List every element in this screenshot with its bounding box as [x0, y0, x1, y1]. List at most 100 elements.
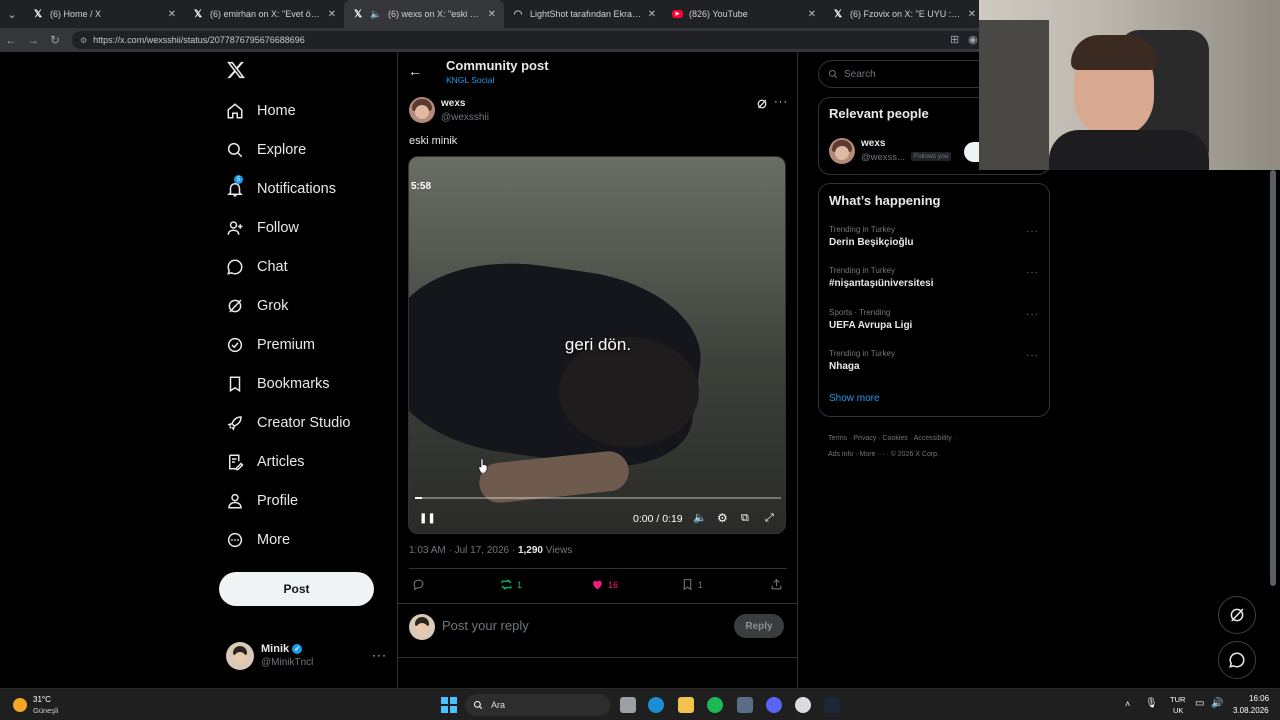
author-avatar[interactable]: [409, 97, 435, 123]
account-more-icon[interactable]: ···: [372, 648, 387, 662]
microphone-icon[interactable]: 🎙: [1145, 698, 1158, 709]
taskbar-search[interactable]: Ara: [465, 694, 610, 716]
discord-icon[interactable]: [766, 697, 782, 713]
trend-more-icon[interactable]: ···: [1026, 350, 1039, 361]
relevant-name[interactable]: wexs: [861, 138, 885, 149]
sidebar-item-follow[interactable]: Follow: [226, 213, 299, 243]
chrome-icon[interactable]: [795, 697, 811, 713]
settings-icon[interactable]: ⚙: [717, 511, 728, 525]
trend-item[interactable]: Trending in Turkey Derin Beşikçioğlu: [829, 225, 913, 248]
trend-item[interactable]: Trending in Turkey Nhaga: [829, 349, 895, 372]
site-info-icon[interactable]: ⚙: [80, 36, 87, 45]
repost-action[interactable]: 1: [500, 578, 522, 591]
reload-icon[interactable]: ↻: [44, 33, 66, 47]
sidebar-item-creator-studio[interactable]: Creator Studio: [226, 408, 351, 438]
back-arrow-icon[interactable]: ←: [408, 63, 422, 79]
sidebar-item-more[interactable]: More: [226, 525, 290, 555]
chat-float-button[interactable]: [1218, 641, 1256, 679]
footer-link[interactable]: Accessibility: [914, 435, 952, 442]
browser-tab[interactable]: ▶ (826) YouTube ✕: [664, 0, 824, 28]
sidebar-item-notifications[interactable]: 5 Notifications: [226, 174, 336, 204]
footer-link[interactable]: More ···: [860, 451, 885, 458]
sidebar-item-bookmarks[interactable]: Bookmarks: [226, 369, 330, 399]
search-input: Search: [844, 68, 876, 80]
close-icon[interactable]: ✕: [168, 9, 176, 20]
grok-analyze-icon[interactable]: [756, 97, 768, 109]
reply-action[interactable]: [412, 578, 429, 591]
file-explorer-icon[interactable]: [678, 697, 694, 713]
video-progress-track[interactable]: [415, 497, 781, 499]
browser-tab[interactable]: ◠ LightShot tarafından Ekran Görünt ✕: [504, 0, 664, 28]
close-icon[interactable]: ✕: [808, 9, 816, 20]
sidebar-item-explore[interactable]: Explore: [226, 135, 306, 165]
close-icon[interactable]: ✕: [488, 9, 496, 20]
tray-chevron-icon[interactable]: ˄: [1125, 699, 1130, 709]
back-icon[interactable]: ←: [0, 33, 22, 47]
like-action[interactable]: 16: [591, 578, 618, 591]
browser-tab[interactable]: 𝕏 (6) Home / X ✕: [24, 0, 184, 28]
footer-link[interactable]: Cookies: [882, 435, 907, 442]
network-icon[interactable]: ▭: [1195, 698, 1204, 709]
trend-more-icon[interactable]: ···: [1026, 267, 1039, 278]
volume-icon[interactable]: 🔊: [1211, 698, 1223, 709]
reply-input[interactable]: Post your reply: [442, 618, 529, 633]
footer-link[interactable]: Privacy: [853, 435, 876, 442]
author-handle[interactable]: @wexsshii: [441, 112, 489, 123]
steam-icon[interactable]: [824, 697, 840, 713]
browser-tab[interactable]: 𝕏 (6) Fzovix on X: "E UYU :) https://t. …: [824, 0, 984, 28]
pause-icon[interactable]: ❚❚: [419, 513, 436, 524]
close-icon[interactable]: ✕: [968, 9, 976, 20]
post-timestamp[interactable]: 1:03 AM · Jul 17, 2026 ·: [409, 545, 518, 556]
bookmark-action[interactable]: 1: [681, 578, 703, 591]
video-player[interactable]: 5:58 geri dön. ❚❚ 0:00 / 0:19 🔈 ⚙ ⧉ ⤢: [408, 156, 786, 534]
address-bar[interactable]: ⚙ https://x.com/wexsshii/status/20778767…: [72, 31, 992, 49]
volume-icon[interactable]: 🔈: [693, 511, 707, 524]
trend-item[interactable]: Sports · Trending UEFA Avrupa Ligi: [829, 308, 912, 331]
relevant-avatar[interactable]: [829, 138, 855, 164]
trend-more-icon[interactable]: ···: [1026, 226, 1039, 237]
close-icon[interactable]: ✕: [648, 9, 656, 20]
show-more-link[interactable]: Show more: [829, 393, 880, 404]
share-action[interactable]: [770, 578, 787, 591]
footer-link[interactable]: Terms: [828, 435, 847, 442]
windows-start-icon[interactable]: [441, 697, 457, 713]
bookmark-icon: [683, 579, 692, 591]
forward-icon[interactable]: →: [22, 33, 44, 47]
trend-more-icon[interactable]: ···: [1026, 309, 1039, 320]
sidebar-item-grok[interactable]: Grok: [226, 291, 288, 321]
sidebar-item-premium[interactable]: Premium: [226, 330, 315, 360]
sidebar-item-articles[interactable]: Articles: [226, 447, 305, 477]
browser-tab-active[interactable]: 𝕏 🔈 (6) wexs on X: "eski minik http ✕: [344, 0, 504, 28]
x-home-logo[interactable]: [226, 60, 248, 82]
speaker-icon[interactable]: 🔈: [370, 8, 382, 20]
grok-float-button[interactable]: [1218, 596, 1256, 634]
sidebar-item-home[interactable]: Home: [226, 96, 296, 126]
post-more-icon[interactable]: ···: [774, 96, 788, 108]
reply-button[interactable]: Reply: [734, 614, 784, 638]
app-icon[interactable]: [737, 697, 753, 713]
community-link[interactable]: KNGL Social: [446, 75, 494, 85]
task-view-icon[interactable]: [620, 697, 636, 713]
close-icon[interactable]: ✕: [328, 9, 336, 20]
edge-icon[interactable]: [648, 697, 664, 713]
page-scrollbar[interactable]: [1270, 170, 1276, 586]
search-icon: [473, 700, 483, 710]
tab-search-button[interactable]: ⌄: [0, 0, 24, 28]
language-indicator[interactable]: TUR: [1170, 695, 1185, 704]
pip-icon[interactable]: ⧉: [741, 512, 749, 525]
weather-temp[interactable]: 31°C: [33, 695, 51, 704]
spotify-icon[interactable]: [707, 697, 723, 713]
author-name[interactable]: wexs: [441, 98, 465, 109]
account-switcher[interactable]: Minik ✓ @MinikTncl ···: [222, 638, 394, 674]
sidebar-item-chat[interactable]: Chat: [226, 252, 288, 282]
mouse-cursor-icon: [478, 458, 488, 474]
sidebar-item-profile[interactable]: Profile: [226, 486, 298, 516]
fullscreen-icon[interactable]: ⤢: [765, 512, 774, 525]
profile-icon[interactable]: ◉: [968, 33, 978, 46]
browser-tab[interactable]: 𝕏 (6) emirhan on X: "Evet öncelikle y ✕: [184, 0, 344, 28]
clock-time[interactable]: 16:06: [1249, 694, 1269, 703]
footer-link[interactable]: Ads info: [828, 451, 853, 458]
trend-item[interactable]: Trending in Turkey #nişantaşıüniversites…: [829, 266, 934, 289]
side-panel-icon[interactable]: ⊞: [950, 33, 959, 46]
post-button[interactable]: Post: [219, 572, 374, 606]
